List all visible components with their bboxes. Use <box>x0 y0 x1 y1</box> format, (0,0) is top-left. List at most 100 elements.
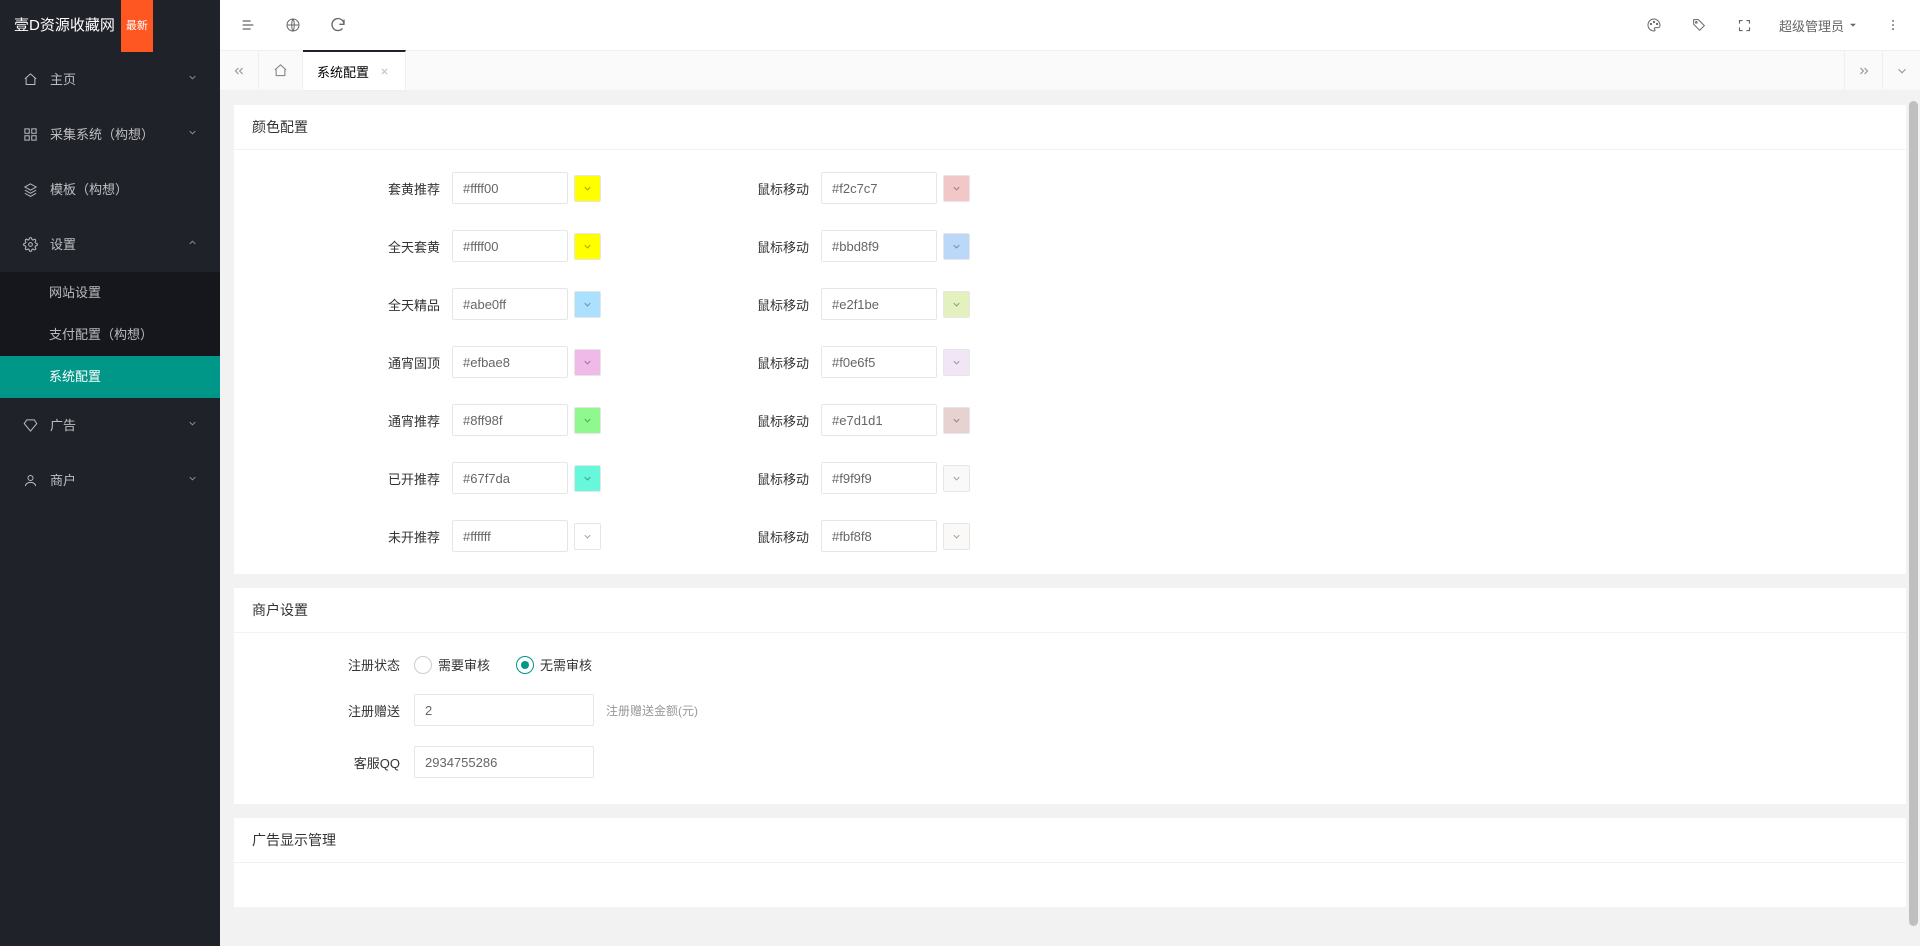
color-hover-input[interactable] <box>821 230 937 262</box>
sidebar-nav: 主页采集系统（构想）模板（构想）设置网站设置支付配置（构想）系统配置广告商户 <box>0 52 220 508</box>
scrollbar-thumb[interactable] <box>1909 101 1918 926</box>
hover-label: 鼠标移动 <box>751 237 821 256</box>
color-rows: 套黄推荐鼠标移动全天套黄鼠标移动全天精品鼠标移动通宵固顶鼠标移动通宵推荐鼠标移动… <box>252 172 1888 552</box>
color-swatch-button[interactable] <box>574 175 601 202</box>
card-ad-management: 广告显示管理 <box>234 818 1906 907</box>
color-row: 已开推荐鼠标移动 <box>252 462 1888 494</box>
hover-label: 鼠标移动 <box>751 353 821 372</box>
menu-icon <box>240 17 256 33</box>
color-hex-input[interactable] <box>452 288 568 320</box>
gear-icon <box>22 237 38 252</box>
language-button[interactable] <box>270 0 315 50</box>
brand-title: 壹D资源收藏网 <box>14 0 115 52</box>
color-swatch-button[interactable] <box>943 407 970 434</box>
color-swatch-button[interactable] <box>943 523 970 550</box>
row-register-status: 注册状态 需要审核 无需审核 <box>304 655 1888 674</box>
service-qq-input[interactable] <box>414 746 594 778</box>
refresh-icon <box>330 17 346 33</box>
user-name: 超级管理员 <box>1779 16 1844 35</box>
color-hover-input[interactable] <box>821 404 937 436</box>
color-hover-input[interactable] <box>821 520 937 552</box>
color-hover-input[interactable] <box>821 346 937 378</box>
color-swatch-button[interactable] <box>943 175 970 202</box>
color-swatch-button[interactable] <box>574 291 601 318</box>
sidebar-item[interactable]: 支付配置（构想） <box>0 314 220 356</box>
color-swatch-button[interactable] <box>574 233 601 260</box>
color-swatch-button[interactable] <box>943 349 970 376</box>
color-field-main: 全天精品 <box>252 288 601 320</box>
color-hex-input[interactable] <box>452 462 568 494</box>
sidebar-item[interactable]: 网站设置 <box>0 272 220 314</box>
chevron-down-icon <box>187 107 198 162</box>
tab-close-button[interactable] <box>377 64 391 78</box>
color-swatch-button[interactable] <box>943 233 970 260</box>
sidebar-item[interactable]: 商户 <box>0 453 220 508</box>
theme-button[interactable] <box>1632 0 1677 50</box>
color-hex-input[interactable] <box>452 346 568 378</box>
tabs-next-button[interactable] <box>1844 51 1882 90</box>
color-row: 套黄推荐鼠标移动 <box>252 172 1888 204</box>
close-icon <box>380 67 389 76</box>
note-button[interactable] <box>1677 0 1722 50</box>
more-vertical-icon <box>1886 18 1900 32</box>
sidebar-item[interactable]: 主页 <box>0 52 220 107</box>
tabs-prev-button[interactable] <box>220 51 258 90</box>
color-row: 全天套黄 鼠标移动 <box>252 230 1888 262</box>
sidebar-item[interactable]: 广告 <box>0 398 220 453</box>
sidebar-item-label: 设置 <box>50 217 76 272</box>
color-hex-input[interactable] <box>452 172 568 204</box>
sidebar-item[interactable]: 系统配置 <box>0 356 220 398</box>
tab-home[interactable] <box>258 51 303 90</box>
form-label: 客服QQ <box>304 753 414 772</box>
color-swatch-button[interactable] <box>943 291 970 318</box>
color-field-hover: 鼠标移动 <box>751 230 970 262</box>
color-hex-input[interactable] <box>452 404 568 436</box>
more-button[interactable] <box>1870 0 1915 50</box>
color-hex-input[interactable] <box>452 520 568 552</box>
color-swatch-button[interactable] <box>574 407 601 434</box>
palette-icon <box>1646 17 1662 33</box>
toggle-sidebar-button[interactable] <box>225 0 270 50</box>
form-label: 注册赠送 <box>304 701 414 720</box>
sidebar-item-label: 商户 <box>50 453 76 508</box>
fullscreen-button[interactable] <box>1722 0 1767 50</box>
color-label: 已开推荐 <box>252 469 452 488</box>
color-hover-input[interactable] <box>821 172 937 204</box>
sidebar-item[interactable]: 设置 <box>0 217 220 272</box>
sidebar-item-label: 广告 <box>50 398 76 453</box>
user-menu[interactable]: 超级管理员 <box>1767 0 1870 50</box>
radio-label: 需要审核 <box>438 655 490 674</box>
brand-logo[interactable]: 壹D资源收藏网 最新 <box>0 0 220 52</box>
card-title: 颜色配置 <box>234 105 1906 150</box>
sidebar-item[interactable]: 模板（构想） <box>0 162 220 217</box>
color-field-main: 通宵推荐 <box>252 404 601 436</box>
radio-label: 无需审核 <box>540 655 592 674</box>
radio-no-review[interactable]: 无需审核 <box>516 655 592 674</box>
sidebar-item[interactable]: 采集系统（构想） <box>0 107 220 162</box>
refresh-button[interactable] <box>315 0 360 50</box>
color-swatch-button[interactable] <box>574 465 601 492</box>
globe-icon <box>285 17 301 33</box>
radio-need-review[interactable]: 需要审核 <box>414 655 490 674</box>
chevron-down-icon <box>187 453 198 508</box>
sidebar-item-label: 网站设置 <box>49 272 101 314</box>
tab-system-config[interactable]: 系统配置 <box>303 50 406 90</box>
color-swatch-button[interactable] <box>943 465 970 492</box>
chevron-down-icon <box>1895 64 1909 78</box>
vertical-scrollbar[interactable] <box>1909 101 1918 926</box>
card-title: 商户设置 <box>234 588 1906 633</box>
gift-amount-input[interactable] <box>414 694 594 726</box>
fullscreen-icon <box>1737 18 1752 33</box>
color-row: 未开推荐鼠标移动 <box>252 520 1888 552</box>
radio-icon <box>414 656 432 674</box>
color-hover-input[interactable] <box>821 462 937 494</box>
color-swatch-button[interactable] <box>574 523 601 550</box>
tabs-menu-button[interactable] <box>1882 51 1920 90</box>
diamond-icon <box>22 418 38 433</box>
color-swatch-button[interactable] <box>574 349 601 376</box>
color-hover-input[interactable] <box>821 288 937 320</box>
color-label: 通宵固顶 <box>252 353 452 372</box>
color-label: 全天套黄 <box>252 237 452 256</box>
chevron-down-icon <box>187 398 198 453</box>
color-hex-input[interactable] <box>452 230 568 262</box>
